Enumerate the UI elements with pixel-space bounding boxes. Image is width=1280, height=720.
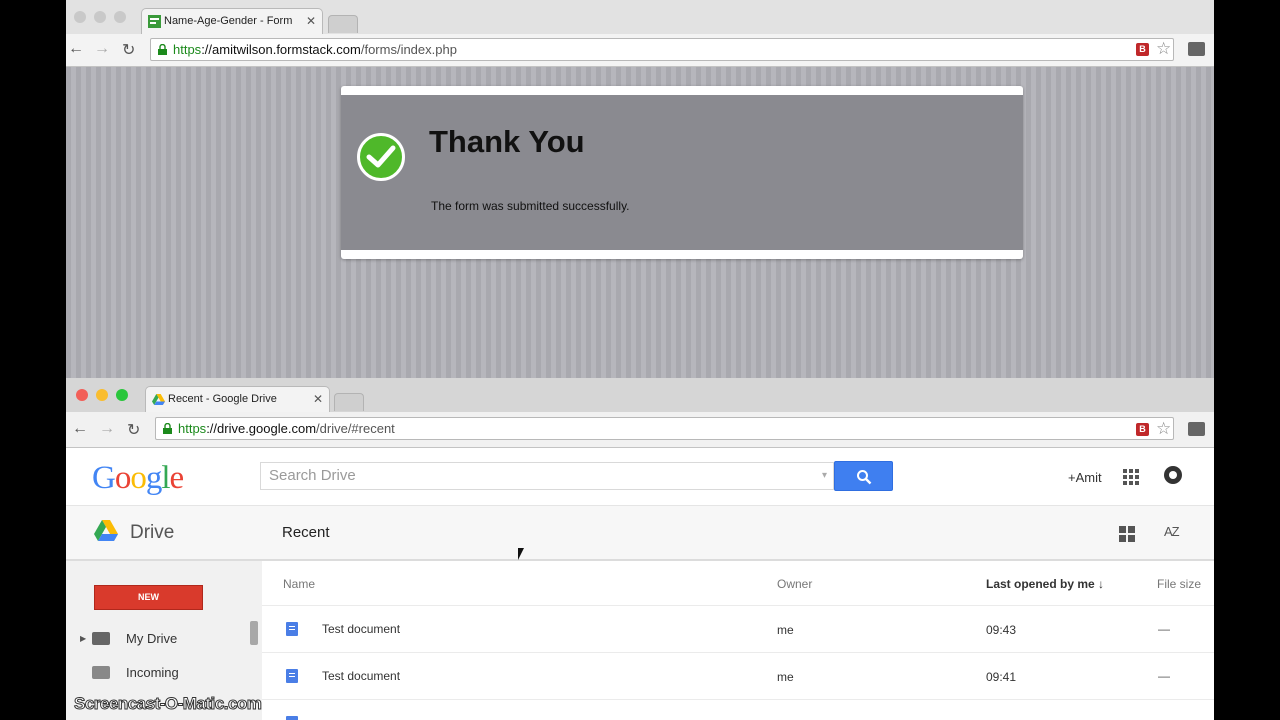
sort-options-icon[interactable]: AZ <box>1164 524 1180 539</box>
tab-google-drive[interactable]: Recent - Google Drive ✕ <box>145 386 330 412</box>
column-file-size[interactable]: File size <box>1157 577 1201 591</box>
google-header: Google Search Drive ▾ +Amit <box>66 448 1214 506</box>
file-name: Test document <box>322 669 401 683</box>
page-title: Thank You <box>429 124 585 159</box>
browser-toolbar: ← → ↻ https://amitwilson.formstack.com/f… <box>66 34 1214 67</box>
search-button[interactable] <box>834 461 893 491</box>
back-icon[interactable]: ← <box>72 420 88 438</box>
notifications-icon[interactable] <box>1164 466 1182 484</box>
form-card: Thank You The form was submitted success… <box>341 86 1023 259</box>
sidebar-item-label: My Drive <box>126 631 178 646</box>
drive-logo-icon[interactable] <box>94 520 118 542</box>
url-scheme: https <box>178 421 207 436</box>
file-list: Name Owner Last opened by me ↓ File size… <box>262 561 1214 720</box>
search-options-icon[interactable]: ▾ <box>822 470 827 481</box>
tab-formstack[interactable]: Name-Age-Gender - Form ✕ <box>141 8 323 34</box>
column-name[interactable]: Name <box>283 577 315 591</box>
file-last-opened: 09:43 <box>986 623 1017 637</box>
formstack-favicon <box>148 15 161 28</box>
tab-strip: Recent - Google Drive ✕ <box>66 378 1214 412</box>
lock-icon <box>163 423 172 434</box>
sidebar-item-label: Incoming <box>126 665 179 680</box>
browser-window-formstack: Name-Age-Gender - Form ✕ ← → ↻ https://a… <box>66 0 1214 378</box>
url-path: /drive/#recent <box>316 421 395 436</box>
section-title: Recent <box>282 524 330 541</box>
zoom-window-button[interactable] <box>114 11 126 23</box>
url-scheme: https <box>173 42 202 57</box>
doc-icon <box>286 669 298 683</box>
close-tab-icon[interactable]: ✕ <box>306 14 316 28</box>
url-path: /forms/index.php <box>360 42 457 57</box>
recording-watermark: Screencast-O-Matic.com <box>73 694 262 714</box>
address-bar[interactable]: https://drive.google.com/drive/#recent <box>155 417 1174 440</box>
column-last-opened[interactable]: Last opened by me ↓ <box>986 577 1104 591</box>
zoom-window-button[interactable] <box>116 389 128 401</box>
tab-title: Name-Age-Gender - Form <box>164 15 293 27</box>
search-placeholder: Search Drive <box>269 467 356 484</box>
check-icon <box>357 133 405 181</box>
file-list-header: Name Owner Last opened by me ↓ File size <box>262 561 1214 606</box>
apps-grid-icon[interactable] <box>1122 468 1140 486</box>
star-icon[interactable]: ☆ <box>1156 39 1171 59</box>
file-size: — <box>1158 622 1170 636</box>
drive-app-label[interactable]: Drive <box>130 522 174 544</box>
incoming-icon <box>92 666 110 679</box>
user-profile-link[interactable]: +Amit <box>1068 470 1102 485</box>
minimize-window-button[interactable] <box>96 389 108 401</box>
tab-title: Recent - Google Drive <box>168 393 277 405</box>
url-host: ://drive.google.com <box>206 421 317 436</box>
confirmation-panel: Thank You The form was submitted success… <box>341 95 1023 250</box>
star-icon[interactable]: ☆ <box>1156 419 1171 439</box>
address-bar[interactable]: https://amitwilson.formstack.com/forms/i… <box>150 38 1174 61</box>
table-row[interactable] <box>262 700 1214 720</box>
expand-arrow-icon[interactable]: ▶ <box>80 634 86 643</box>
file-size: — <box>1158 669 1170 683</box>
forward-icon[interactable]: → <box>94 40 110 58</box>
lock-icon <box>158 44 167 55</box>
close-tab-icon[interactable]: ✕ <box>313 392 323 406</box>
doc-icon <box>286 622 298 636</box>
search-input[interactable]: Search Drive ▾ <box>260 462 834 490</box>
screen: Name-Age-Gender - Form ✕ ← → ↻ https://a… <box>66 0 1214 720</box>
sidebar-scrollbar[interactable] <box>250 621 258 645</box>
file-owner: me <box>777 623 794 637</box>
extension-icon[interactable]: B <box>1136 43 1149 56</box>
folder-icon <box>92 632 110 645</box>
browser-toolbar: ← → ↻ https://drive.google.com/drive/#re… <box>66 412 1214 448</box>
menu-icon[interactable] <box>1188 42 1205 56</box>
new-button[interactable]: NEW <box>94 585 203 610</box>
close-window-button[interactable] <box>76 389 88 401</box>
search-icon <box>857 470 872 485</box>
grid-view-icon[interactable] <box>1118 525 1136 543</box>
reload-icon[interactable]: ↻ <box>122 40 135 60</box>
doc-icon <box>286 716 298 720</box>
column-owner[interactable]: Owner <box>777 577 812 591</box>
reload-icon[interactable]: ↻ <box>127 420 140 440</box>
forward-icon[interactable]: → <box>99 420 115 438</box>
google-logo[interactable]: Google <box>92 460 184 497</box>
new-tab-button[interactable] <box>334 393 364 411</box>
file-last-opened: 09:41 <box>986 670 1017 684</box>
new-tab-button[interactable] <box>328 15 358 33</box>
minimize-window-button[interactable] <box>94 11 106 23</box>
table-row[interactable]: Test document me 09:41 — <box>262 653 1214 700</box>
table-row[interactable]: Test document me 09:43 — <box>262 606 1214 653</box>
extension-icon[interactable]: B <box>1136 423 1149 436</box>
tab-strip: Name-Age-Gender - Form ✕ <box>66 0 1214 34</box>
url-host: ://amitwilson.formstack.com <box>201 42 361 57</box>
file-owner: me <box>777 670 794 684</box>
success-message: The form was submitted successfully. <box>431 199 630 213</box>
browser-window-drive: Recent - Google Drive ✕ ← → ↻ https://dr… <box>66 378 1214 720</box>
back-icon[interactable]: ← <box>68 40 84 58</box>
drive-favicon <box>152 394 165 405</box>
menu-icon[interactable] <box>1188 422 1205 436</box>
file-name: Test document <box>322 622 401 636</box>
mouse-cursor <box>518 548 524 560</box>
drive-bar: Drive Recent AZ <box>66 506 1214 561</box>
close-window-button[interactable] <box>74 11 86 23</box>
